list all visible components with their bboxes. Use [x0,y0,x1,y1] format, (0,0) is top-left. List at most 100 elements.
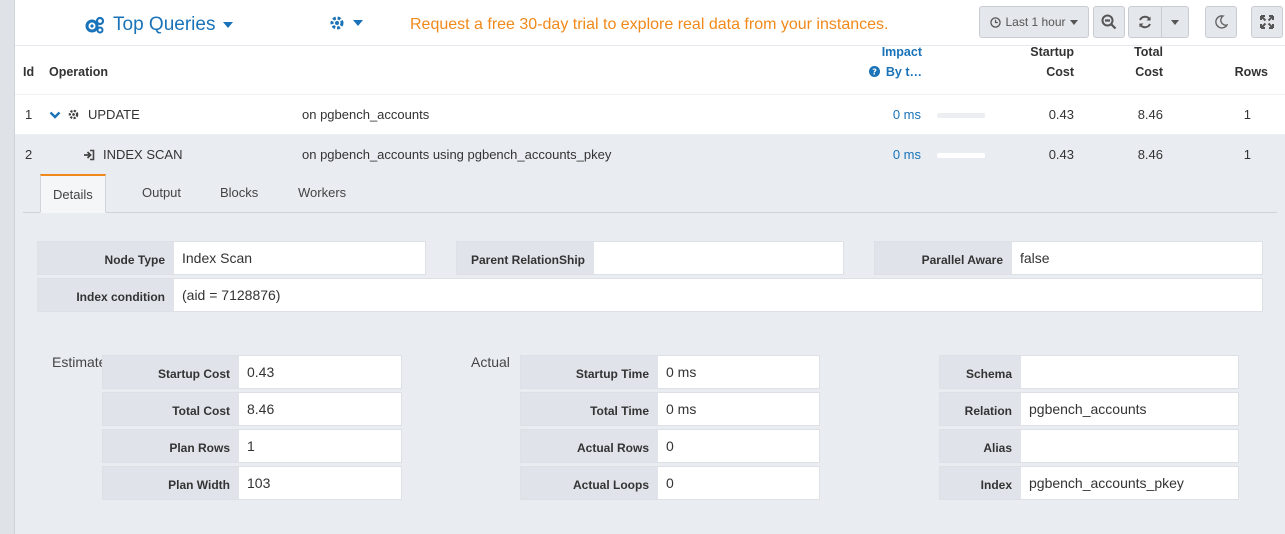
plan-width-value[interactable]: 103 [239,467,401,499]
index-value[interactable]: pgbench_accounts_pkey [1021,467,1238,499]
actual-loops-label: Actual Loops [521,467,658,499]
index-condition-field: Index condition (aid = 7128876) [37,278,1263,312]
row-total-cost: 8.46 [1137,147,1163,162]
alias-label: Alias [940,430,1021,462]
plan-table: Id Operation Impact ? By t… Startup Cost… [15,45,1285,174]
top-queries-dropdown[interactable]: Top Queries [85,14,234,36]
sign-in-icon [84,149,95,161]
table-row[interactable]: 2 INDEX SCAN on pgbench_accounts using p… [15,134,1285,174]
col-total-cost-header[interactable]: Total Cost [1103,42,1163,82]
actual-rows-field: Actual Rows 0 [520,429,820,463]
plan-rows-label: Plan Rows [103,430,239,462]
col-impact-header[interactable]: Impact ? By t… [850,42,922,82]
impact-header-sub-label: By t… [885,65,922,79]
node-type-label: Node Type [38,242,174,274]
refresh-button[interactable] [1128,6,1162,38]
col-startup-cost-header[interactable]: Startup Cost [1014,42,1074,82]
tab-output[interactable]: Output [130,174,193,213]
tab-details[interactable]: Details [40,174,106,213]
node-type-field: Node Type Index Scan [37,241,426,275]
schema-value[interactable] [1021,356,1238,388]
index-condition-value[interactable]: (aid = 7128876) [174,279,1262,311]
top-bar: Top Queries Request a free 30-day trial … [15,0,1285,46]
relation-label: Relation [940,393,1021,425]
schema-field: Schema [939,355,1239,389]
zoom-out-icon [1101,14,1117,30]
row-startup-cost: 0.43 [1048,147,1074,162]
tab-blocks[interactable]: Blocks [208,174,270,213]
row-target: on pgbench_accounts using pgbench_accoun… [302,147,612,162]
node-type-value[interactable]: Index Scan [174,242,425,274]
startup-time-label: Startup Time [521,356,658,388]
parent-relationship-value[interactable] [594,242,843,274]
table-row[interactable]: 1 UPDATE on pgbench_accounts 0 ms 0.43 8… [15,94,1285,134]
table-header: Id Operation Impact ? By t… Startup Cost… [15,45,1285,94]
startup-cost-field: Startup Cost 0.43 [102,355,402,389]
alias-value[interactable] [1021,430,1238,462]
zoom-out-button[interactable] [1093,6,1125,38]
plan-width-field: Plan Width 103 [102,466,402,500]
chevron-down-icon [1069,19,1078,25]
refresh-icon [1139,15,1151,29]
gear-icon [68,109,79,120]
startup-time-value[interactable]: 0 ms [658,356,819,388]
cogs-icon [85,16,105,34]
moon-icon [1215,15,1228,29]
plan-rows-field: Plan Rows 1 [102,429,402,463]
chevron-down-icon [353,20,363,26]
impact-header-label: Impact [881,45,922,59]
actual-loops-value[interactable]: 0 [658,467,819,499]
total-cost-label: Total Cost [103,393,239,425]
chevron-down-icon[interactable] [49,109,61,121]
impact-bar [937,113,985,118]
parallel-aware-label: Parallel Aware [875,242,1012,274]
parent-relationship-field: Parent RelationShip [456,241,844,275]
actual-rows-value[interactable]: 0 [658,430,819,462]
settings-dropdown[interactable] [329,15,363,31]
impact-bar [937,153,985,158]
row-impact: 0 ms [892,147,921,162]
col-id-header[interactable]: Id [23,62,34,82]
total-time-value[interactable]: 0 ms [658,393,819,425]
startup-cost-header-line1: Startup [1030,45,1074,59]
row-rows: 1 [1243,147,1251,162]
dark-mode-button[interactable] [1205,6,1237,38]
startup-cost-value[interactable]: 0.43 [239,356,401,388]
relation-value[interactable]: pgbench_accounts [1021,393,1238,425]
col-operation-header[interactable]: Operation [49,62,108,82]
startup-cost-label: Startup Cost [103,356,239,388]
trial-message[interactable]: Request a free 30-day trial to explore r… [410,16,888,34]
refresh-options-button[interactable] [1161,6,1189,38]
alias-field: Alias [939,429,1239,463]
row-operation: UPDATE [88,107,140,122]
col-rows-header[interactable]: Rows [1208,62,1268,82]
plan-rows-value[interactable]: 1 [239,430,401,462]
fullscreen-button[interactable] [1251,6,1283,38]
impact-header-sub: ? By t… [850,62,922,82]
row-rows: 1 [1243,107,1251,122]
actual-heading: Actual [471,354,510,370]
time-range-button[interactable]: Last 1 hour [979,6,1089,38]
relation-field: Relation pgbench_accounts [939,392,1239,426]
page-title: Top Queries [113,14,216,35]
actual-loops-field: Actual Loops 0 [520,466,820,500]
chevron-down-icon [223,22,234,28]
parent-relationship-label: Parent RelationShip [457,242,594,274]
parallel-aware-value[interactable]: false [1012,242,1262,274]
row-id: 2 [25,147,33,162]
index-condition-label: Index condition [38,279,174,311]
total-time-label: Total Time [521,393,658,425]
details-tabs: Details Output Blocks Workers [23,174,1277,213]
total-cost-value[interactable]: 8.46 [239,393,401,425]
left-rail [0,0,15,534]
gear-icon [330,16,344,30]
chevron-down-icon [1171,19,1179,25]
total-cost-field: Total Cost 8.46 [102,392,402,426]
estimate-heading: Estimate [52,354,107,370]
tab-workers[interactable]: Workers [286,174,358,213]
startup-time-field: Startup Time 0 ms [520,355,820,389]
row-target: on pgbench_accounts [302,107,430,122]
schema-label: Schema [940,356,1021,388]
total-time-field: Total Time 0 ms [520,392,820,426]
index-label: Index [940,467,1021,499]
